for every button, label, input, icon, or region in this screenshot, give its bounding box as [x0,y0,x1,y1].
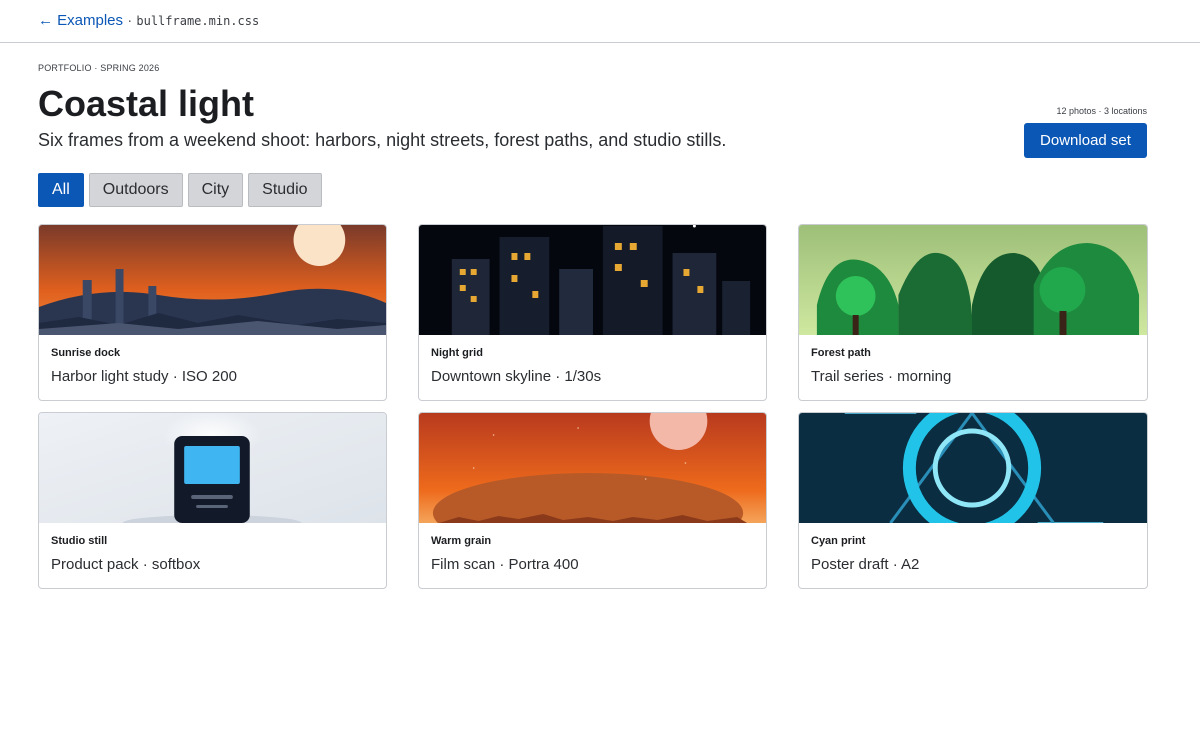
cyan-print-image [799,413,1147,523]
card-title: Forest path [811,347,871,359]
filter-studio[interactable]: Studio [248,173,322,207]
card-subtitle: Trail series · morning [811,368,952,385]
sunrise-dock-image [39,225,386,335]
card-subtitle: Product pack · softbox [51,556,201,573]
card-title: Warm grain [431,535,492,547]
photo-card[interactable]: Studio still Product pack · softbox [38,412,387,589]
card-subtitle: Film scan · Portra 400 [431,556,579,573]
photo-card[interactable]: Forest path Trail series · morning [798,224,1148,401]
stylesheet-filename: bullframe.min.css [136,14,260,28]
card-subtitle: Poster draft · A2 [811,556,920,573]
photo-grid: Sunrise dock Harbor light study · ISO 20… [38,224,1148,589]
card-title: Night grid [431,347,483,359]
eyebrow-label: PORTFOLIO · SPRING 2026 [38,63,160,73]
card-title: Cyan print [811,535,866,547]
forest-path-image [799,225,1147,335]
page-title: Coastal light [38,83,255,124]
card-title: Studio still [51,535,108,547]
page-subtitle: Six frames from a weekend shoot: harbors… [38,130,727,150]
filter-outdoors[interactable]: Outdoors [88,173,183,207]
warm-grain-image [419,413,766,523]
photo-card[interactable]: Night grid Downtown skyline · 1/30s [418,224,767,401]
filter-bar: All Outdoors City Studio [38,173,322,207]
page-header: PORTFOLIO · SPRING 2026 Coastal light Si… [0,43,1200,216]
night-grid-image [419,225,766,335]
photo-card[interactable]: Sunrise dock Harbor light study · ISO 20… [38,224,387,401]
card-subtitle: Downtown skyline · 1/30s [431,368,602,385]
photo-card[interactable]: Warm grain Film scan · Portra 400 [418,412,767,589]
studio-still-image [39,413,386,523]
card-title: Sunrise dock [51,347,121,359]
top-bar: ← Examples · bullframe.min.css [0,0,1200,43]
photo-count-meta: 12 photos · 3 locations [1056,106,1147,116]
back-to-examples-link[interactable]: ← Examples [38,12,123,29]
card-subtitle: Harbor light study · ISO 200 [51,368,237,385]
filter-city[interactable]: City [187,173,244,207]
topbar-separator: · [127,12,133,29]
download-set-button[interactable]: Download set [1024,123,1147,158]
photo-card[interactable]: Cyan print Poster draft · A2 [798,412,1148,589]
filter-all[interactable]: All [38,173,84,207]
